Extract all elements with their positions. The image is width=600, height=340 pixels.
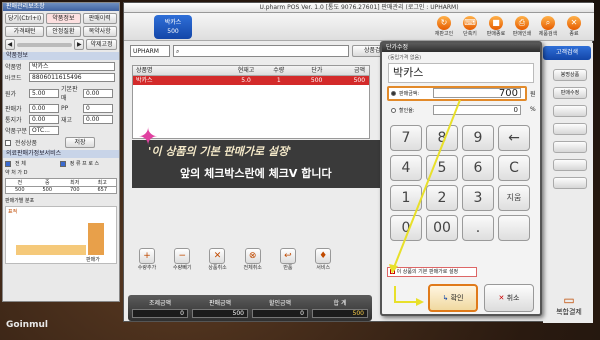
guide-arrow-head — [389, 264, 398, 274]
guide-arrow-overlay — [389, 99, 461, 306]
guide-arrow-head2 — [416, 298, 424, 306]
guide-arrow-line — [392, 99, 461, 271]
